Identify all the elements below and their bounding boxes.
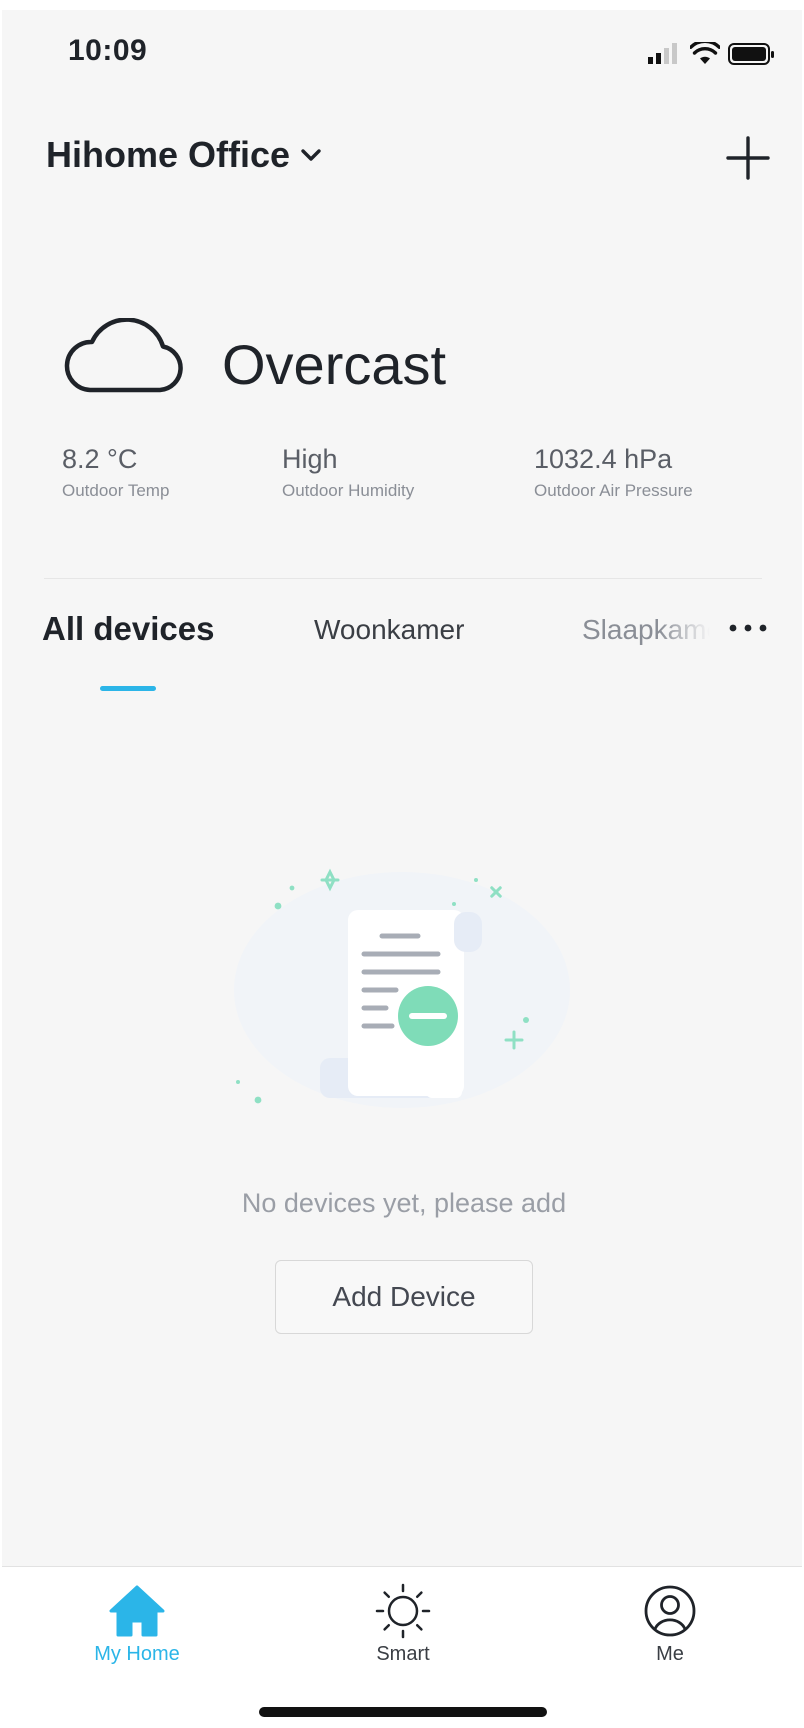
tab-slaapkamer[interactable]: Slaapkamer	[582, 614, 710, 646]
stat-label: Outdoor Air Pressure	[534, 481, 693, 500]
empty-document-icon	[234, 868, 570, 1108]
bottom-nav: My Home Smart Me	[2, 1566, 802, 1728]
status-bar: 10:09	[2, 10, 802, 90]
home-title: Hihome Office	[46, 134, 291, 175]
empty-message: No devices yet, please add	[241, 1188, 567, 1218]
home-selector[interactable]: Hihome Office	[46, 134, 322, 176]
sun-icon	[375, 1583, 431, 1639]
wifi-icon	[690, 42, 720, 64]
cloud-icon	[64, 318, 183, 393]
home-indicator[interactable]	[259, 1707, 547, 1717]
nav-item-my-home[interactable]: My Home	[57, 1583, 217, 1666]
home-icon	[109, 1585, 165, 1637]
tab-indicator	[100, 686, 156, 691]
stat-outdoor-humidity: High Outdoor Humidity	[282, 444, 414, 501]
header: Hihome Office	[2, 110, 802, 190]
stat-value: High	[282, 444, 338, 474]
weather-stats: 8.2 °C Outdoor Temp High Outdoor Humidit…	[2, 444, 802, 514]
room-tabs: All devices Woonkamer Slaapkamer	[2, 606, 802, 691]
nav-item-me[interactable]: Me	[590, 1583, 750, 1666]
nav-item-smart[interactable]: Smart	[323, 1583, 483, 1666]
stat-label: Outdoor Temp	[62, 481, 170, 500]
chevron-down-icon	[301, 149, 321, 161]
weather-condition: Overcast	[222, 333, 447, 396]
home-screen: 10:09 Hihome Office Overcast 8.2 °C Outd…	[2, 10, 802, 1728]
stat-value: 8.2 °C	[62, 444, 138, 474]
add-device-button[interactable]: Add Device	[275, 1260, 533, 1334]
nav-label: My Home	[94, 1643, 180, 1665]
nav-label: Me	[656, 1643, 684, 1665]
stat-outdoor-air-pressure: 1032.4 hPa Outdoor Air Pressure	[534, 444, 693, 501]
stat-label: Outdoor Humidity	[282, 481, 415, 500]
tab-woonkamer[interactable]: Woonkamer	[314, 614, 464, 646]
divider	[44, 578, 762, 579]
battery-icon	[728, 43, 774, 65]
plus-icon[interactable]	[724, 134, 772, 182]
nav-label: Smart	[376, 1643, 430, 1665]
stat-outdoor-temp: 8.2 °C Outdoor Temp	[62, 444, 169, 501]
user-icon	[644, 1585, 696, 1637]
stat-value: 1032.4 hPa	[534, 444, 673, 474]
tab-all-devices[interactable]: All devices	[42, 610, 214, 648]
more-dots-icon[interactable]	[728, 622, 768, 634]
signal-icon	[648, 43, 677, 64]
status-time: 10:09	[68, 34, 148, 67]
